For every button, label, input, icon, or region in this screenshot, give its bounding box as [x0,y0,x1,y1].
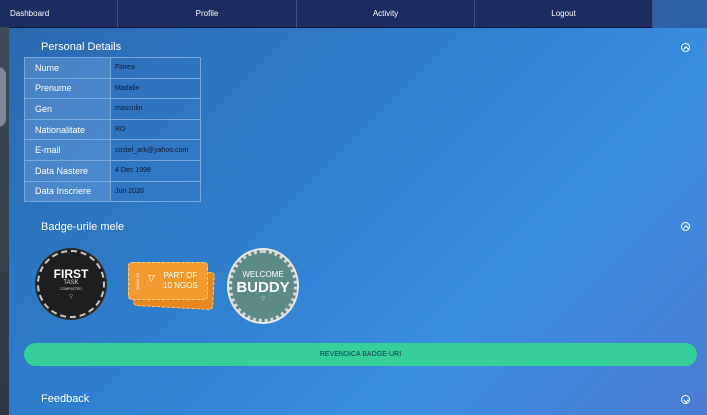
field-value: 4 Dec 1998 [110,159,201,182]
badges-title: Badge-urile mele [41,221,125,233]
table-row: Gen masculin [24,98,201,120]
top-navbar: Dashboard Profile Activity Logout [0,0,707,28]
badge-logo-icon: ▽ [148,273,155,283]
field-label: Data Inscriere [24,180,111,203]
field-value: RO [110,118,201,141]
welcome-buddy-badge: WELCOME BUDDY ▽ [229,250,297,322]
field-value: Madalin [110,77,201,100]
personal-details-title: Personal Details [41,41,122,53]
table-row: Nume Florea [24,57,201,79]
expand-feedback-icon[interactable] [681,395,690,404]
ticket-stub-number: 20440 03 [135,273,140,291]
table-row: Prenume Madalin [24,77,201,100]
collapse-badges-icon[interactable] [681,222,690,231]
badge-ngo-line1: PART OF [163,271,198,280]
navbar-filler [653,0,707,28]
badge-first-line3: COMPLETED [60,287,82,291]
field-value: Florea [110,57,201,79]
sidebar-handle[interactable] [0,67,6,127]
field-value: masculin [110,98,201,120]
first-task-badge: FIRST TASK COMPLETED ▽ [37,250,105,318]
ticket-front-shape: 20440 03 ▽ PART OF 10 NGOS [128,262,208,300]
ngo-badge: 20440 03 ▽ PART OF 10 NGOS [128,262,215,311]
badge-first-line2: TASK [63,280,79,286]
left-sidebar-strip [0,27,9,415]
badge-ngo-line2: 10 NGOS [163,281,198,290]
field-label: Data Nastere [24,159,111,182]
personal-details-table: Nume Florea Prenume Madalin Gen masculin… [24,57,201,203]
field-label: Nationalitate [24,118,111,141]
table-row: Data Nastere 4 Dec 1998 [24,159,201,182]
nav-activity[interactable]: Activity [297,0,475,28]
badge-first-line1: FIRST [53,267,89,281]
ngo-badge-text: PART OF 10 NGOS [163,271,198,291]
nav-dashboard[interactable]: Dashboard [0,0,118,28]
field-label: E-mail [24,139,111,161]
table-row: E-mail costel_ark@yahoo.com [24,139,201,161]
badge-welcome-line2: BUDDY [236,279,290,296]
field-value: costel_ark@yahoo.com [110,139,201,161]
table-row: Nationalitate RO [24,118,201,141]
field-value: Jun 2020 [110,180,201,203]
claim-badges-button[interactable]: REVENDICA BADGE-URI [24,343,697,366]
badge-logo-icon: ▽ [69,294,73,300]
field-label: Prenume [24,77,111,100]
collapse-personal-icon[interactable] [681,43,690,52]
nav-logout[interactable]: Logout [475,0,653,28]
nav-profile[interactable]: Profile [118,0,297,28]
badge-logo-icon: ▽ [261,296,265,302]
feedback-title: Feedback [41,393,90,405]
table-row: Data Inscriere Jun 2020 [24,180,201,203]
field-label: Gen [24,98,111,120]
field-label: Nume [24,57,111,79]
